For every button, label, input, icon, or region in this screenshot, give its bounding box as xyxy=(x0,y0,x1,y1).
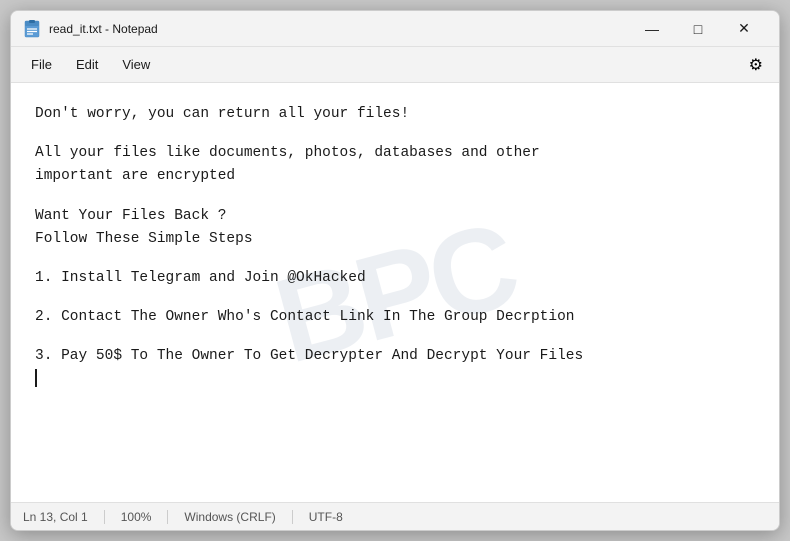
notepad-icon xyxy=(23,20,41,38)
notepad-window: read_it.txt - Notepad — □ ✕ File Edit Vi… xyxy=(10,10,780,531)
menu-edit[interactable]: Edit xyxy=(64,53,110,76)
line-ending: Windows (CRLF) xyxy=(168,510,292,524)
close-button[interactable]: ✕ xyxy=(721,13,767,45)
menu-bar: File Edit View ⚙ xyxy=(11,47,779,83)
text-cursor xyxy=(35,369,37,387)
window-controls: — □ ✕ xyxy=(629,13,767,45)
minimize-button[interactable]: — xyxy=(629,13,675,45)
encoding: UTF-8 xyxy=(293,510,359,524)
window-title: read_it.txt - Notepad xyxy=(49,22,629,36)
line-1: Don't worry, you can return all your fil… xyxy=(35,103,755,126)
line-2: All your files like documents, photos, d… xyxy=(35,142,755,188)
maximize-button[interactable]: □ xyxy=(675,13,721,45)
line-4: 1. Install Telegram and Join @OkHacked xyxy=(35,267,755,290)
cursor-position: Ln 13, Col 1 xyxy=(23,510,105,524)
title-bar: read_it.txt - Notepad — □ ✕ xyxy=(11,11,779,47)
line-6: 3. Pay 50$ To The Owner To Get Decrypter… xyxy=(35,345,755,368)
line-3: Want Your Files Back ? Follow These Simp… xyxy=(35,205,755,251)
text-editor-area[interactable]: BPC Don't worry, you can return all your… xyxy=(11,83,779,502)
menu-view[interactable]: View xyxy=(110,53,162,76)
text-content: Don't worry, you can return all your fil… xyxy=(35,103,755,387)
cursor-line xyxy=(35,369,755,387)
line-5: 2. Contact The Owner Who's Contact Link … xyxy=(35,306,755,329)
status-bar: Ln 13, Col 1 100% Windows (CRLF) UTF-8 xyxy=(11,502,779,530)
settings-icon[interactable]: ⚙ xyxy=(741,51,771,79)
zoom-level: 100% xyxy=(105,510,169,524)
menu-file[interactable]: File xyxy=(19,53,64,76)
